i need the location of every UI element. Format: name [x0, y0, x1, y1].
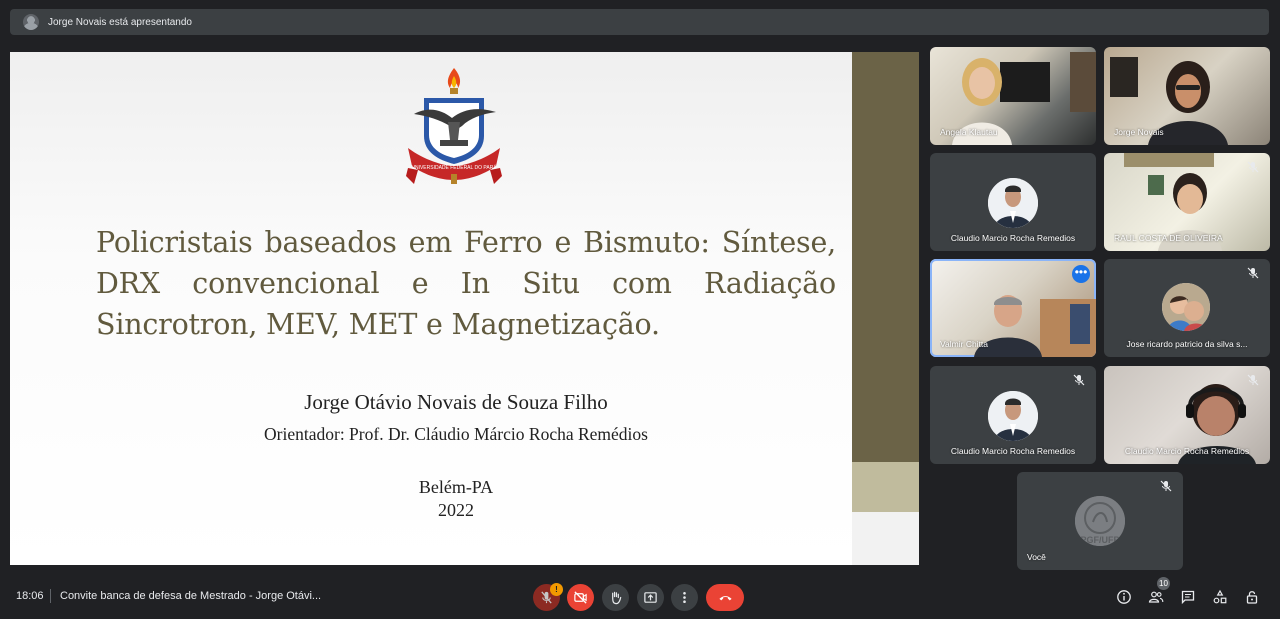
raise-hand-button[interactable] — [602, 584, 629, 611]
participant-name: Jorge Novais — [1114, 127, 1164, 137]
slide: UNIVERSIDADE FEDERAL DO PARÁ Policristai… — [10, 52, 852, 565]
presenting-text: Jorge Novais está apresentando — [48, 16, 192, 28]
slide-city: Belém-PA — [418, 477, 494, 497]
university-crest-logo: UNIVERSIDADE FEDERAL DO PARÁ — [406, 68, 502, 184]
participant-tile-angela[interactable]: Angela Klautau — [930, 47, 1096, 145]
svg-text:UNIVERSIDADE FEDERAL DO PARÁ: UNIVERSIDADE FEDERAL DO PARÁ — [411, 164, 497, 171]
slide-side-bar — [852, 52, 919, 565]
mic-off-icon — [1072, 374, 1086, 388]
meeting-title[interactable]: Convite banca de defesa de Mestrado - Jo… — [60, 590, 321, 602]
slide-author: Jorge Otávio Novais de Souza Filho — [304, 390, 608, 414]
avatar — [988, 391, 1038, 441]
hang-up-icon — [718, 596, 732, 601]
divider — [50, 589, 51, 603]
participant-tile-jose[interactable]: Jose ricardo patricio da silva s... — [1104, 259, 1270, 357]
present-icon — [644, 592, 657, 603]
mic-off-icon — [1246, 374, 1260, 388]
participant-name: Jose ricardo patricio da silva s... — [1126, 339, 1248, 349]
participant-name: Claudio Marcio Rocha Remedios — [1124, 446, 1250, 456]
raise-hand-icon — [612, 591, 622, 605]
participant-name: Claudio Marcio Rocha Remedios — [950, 233, 1076, 243]
mic-off-icon — [1159, 480, 1173, 494]
more-options-icon[interactable]: ••• — [1072, 265, 1090, 283]
avatar — [988, 178, 1038, 228]
slide-title: Policristais baseados em Ferro e Bismuto… — [96, 226, 836, 341]
participant-name: Você — [1027, 552, 1046, 562]
svg-text:PGF/UFP: PGF/UFP — [1080, 535, 1119, 545]
more-options-icon — [683, 591, 686, 604]
clock: 18:06 — [16, 590, 44, 602]
participant-name: RAUL COSTA DE OLIVEIRA — [1114, 233, 1223, 243]
people-button[interactable] — [1147, 588, 1165, 606]
participant-tile-jorge[interactable]: Jorge Novais — [1104, 47, 1270, 145]
chat-icon — [1181, 590, 1195, 605]
info-icon — [1117, 590, 1131, 604]
presenter-avatar — [23, 14, 39, 30]
presentation-stage: UNIVERSIDADE FEDERAL DO PARÁ Policristai… — [10, 52, 919, 565]
participant-tile-self[interactable]: PGF/UFP Você — [1017, 472, 1183, 570]
participant-name: Claudio Marcio Rocha Remedios — [950, 446, 1076, 456]
present-button[interactable] — [637, 584, 664, 611]
activities-button[interactable] — [1211, 588, 1229, 606]
host-controls-button[interactable] — [1243, 588, 1261, 606]
people-icon — [1148, 591, 1164, 603]
participant-tile-raul[interactable]: RAUL COSTA DE OLIVEIRA — [1104, 153, 1270, 251]
slide-advisor: Orientador: Prof. Dr. Cláudio Márcio Roc… — [264, 424, 648, 444]
camera-toggle-button[interactable] — [567, 584, 594, 611]
chat-button[interactable] — [1179, 588, 1197, 606]
activities-icon — [1213, 589, 1227, 604]
participant-tile-claudio-2[interactable]: Claudio Marcio Rocha Remedios — [930, 366, 1096, 464]
mic-off-icon — [1246, 267, 1260, 281]
participant-name: Valmir Chitta — [940, 339, 989, 349]
info-button[interactable] — [1115, 588, 1133, 606]
people-count-badge: 10 — [1157, 577, 1170, 590]
participant-tile-claudio-1[interactable]: Claudio Marcio Rocha Remedios — [930, 153, 1096, 251]
more-options-button[interactable] — [671, 584, 698, 611]
presenting-banner: Jorge Novais está apresentando — [10, 9, 1269, 35]
host-controls-icon — [1246, 591, 1258, 604]
participant-tile-valmir[interactable]: ••• Valmir Chitta — [930, 259, 1096, 357]
mic-warning-badge: ! — [550, 583, 563, 596]
hang-up-button[interactable] — [706, 584, 744, 611]
avatar — [1162, 283, 1210, 331]
mic-off-icon — [1246, 161, 1260, 175]
participant-name: Angela Klautau — [940, 127, 998, 137]
participant-tile-claudio-3[interactable]: Claudio Marcio Rocha Remedios — [1104, 366, 1270, 464]
avatar: PGF/UFP — [1075, 496, 1125, 546]
slide-year: 2022 — [438, 500, 474, 520]
camera-off-icon — [574, 591, 587, 604]
